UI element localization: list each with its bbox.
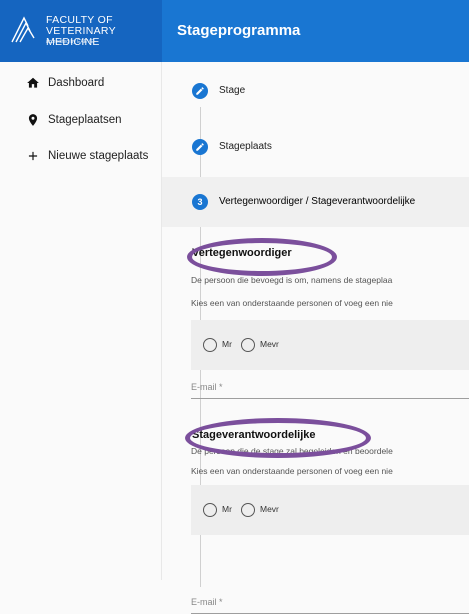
radio-mr-label: Mr [222,504,232,514]
radio-mevr[interactable] [241,338,255,352]
step-stageplaats[interactable]: Stageplaats [162,122,469,172]
section-title-vertegenwoordiger: Vertegenwoordiger [192,247,292,259]
radio-mevr-label: Mevr [260,504,279,514]
salutation-panel: Mr Mevr [191,320,469,370]
plus-icon [28,151,38,161]
step-label: Vertegenwoordiger / Stageverantwoordelij… [219,196,416,207]
sidebar-nav: Dashboard Stageplaatsen Nieuwe stageplaa… [0,62,162,580]
radio-mr[interactable] [203,503,217,517]
radio-mr-label: Mr [222,339,232,349]
faculty-logo-icon [11,16,35,43]
section-instruction: Kies een van onderstaande personen of vo… [191,298,393,308]
step-label: Stage [219,85,246,96]
salutation-panel: Mr Mevr [191,485,469,535]
radio-mevr[interactable] [241,503,255,517]
faculty-logo[interactable]: FACULTY OF VETERINARY MEDICINE accredite… [10,12,155,52]
step-stage[interactable]: Stage [162,66,469,116]
sidebar-item-label: Dashboard [48,77,105,89]
pencil-icon [196,87,204,95]
pencil-icon [196,143,204,151]
page-title: Stageprogramma [177,22,301,39]
sidebar-item-label: Nieuwe stageplaats [48,150,149,162]
top-app-bar: Stageprogramma [162,0,469,62]
sidebar-item-dashboard[interactable]: Dashboard [0,68,162,100]
home-icon [27,77,39,88]
step-number-badge: 3 [192,194,208,210]
section-instruction: Kies een van onderstaande personen of vo… [191,466,393,476]
step-vertegenwoordiger[interactable]: 3 Vertegenwoordiger / Stageverantwoordel… [162,177,469,227]
location-pin-icon [28,114,38,126]
sidebar-item-stageplaatsen[interactable]: Stageplaatsen [0,105,162,137]
radio-mr[interactable] [203,338,217,352]
sidebar-item-nieuwe-stageplaats[interactable]: Nieuwe stageplaats [0,141,162,173]
email-field-label: E-mail * [191,597,223,607]
step-label: Stageplaats [219,141,272,152]
section-description: De persoon die bevoegd is om, namens de … [191,275,393,285]
main-content: Stage Stageplaats 3 Vertegenwoordiger / … [162,62,469,614]
step-done-badge [192,83,208,99]
brand-bar: FACULTY OF VETERINARY MEDICINE accredite… [0,0,162,62]
email-field[interactable]: E-mail * [191,592,469,614]
section-description: De persoon die de stage zal begeleiden e… [191,446,393,456]
section-title-stageverantwoordelijke: Stageverantwoordelijke [192,429,316,441]
sidebar-item-label: Stageplaatsen [48,114,122,126]
email-field[interactable]: E-mail * [191,377,469,399]
logo-tagline: accredited by EAEVE [46,39,94,45]
radio-mevr-label: Mevr [260,339,279,349]
email-field-label: E-mail * [191,382,223,392]
step-done-badge [192,139,208,155]
